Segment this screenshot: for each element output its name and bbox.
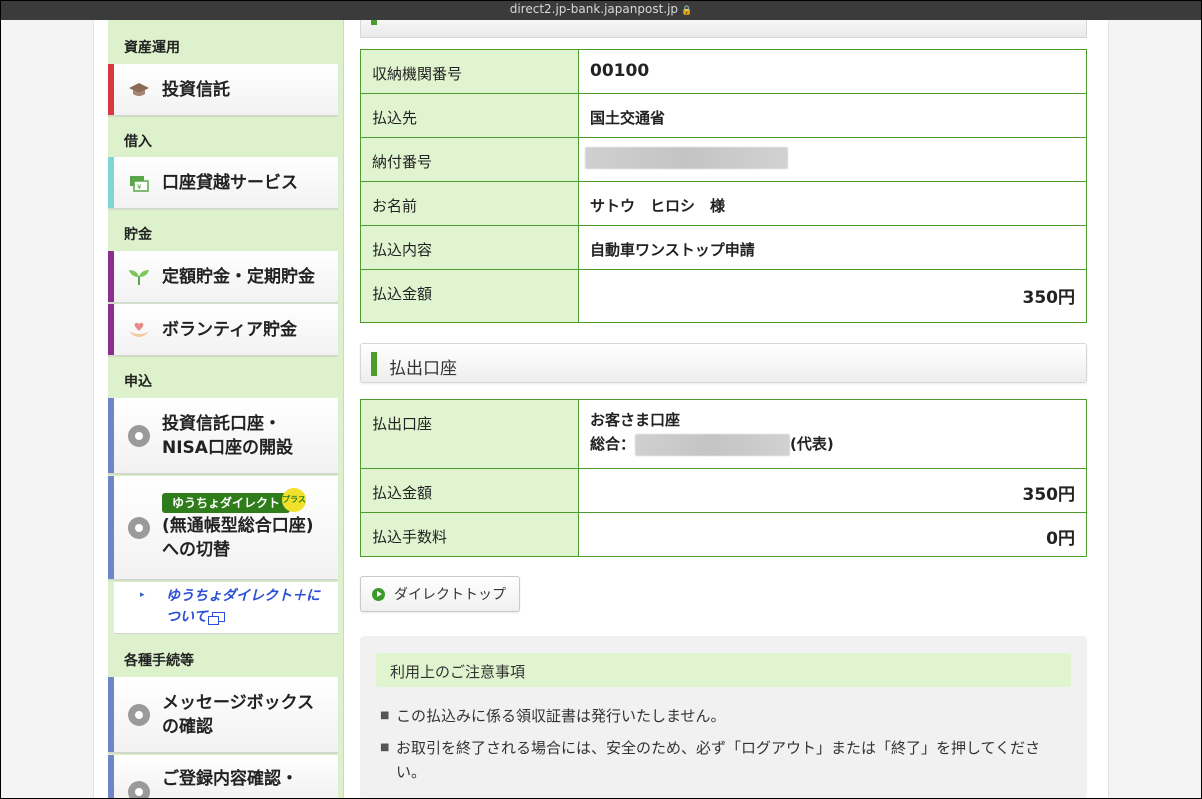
page-border-right [1108, 20, 1109, 799]
url-text: direct2.jp-bank.japanpost.jp [509, 2, 679, 16]
triangle-right-icon: ▸ [140, 590, 145, 600]
item-color-bar [108, 398, 114, 473]
browser-url-bar[interactable]: direct2.jp-bank.japanpost.jp 🔒 [0, 0, 1202, 20]
table-row: 払込金額 350円 [361, 270, 1086, 322]
table-row: 払込先 国土交通省 [361, 94, 1086, 138]
item-color-bar [108, 157, 114, 208]
sidebar-item-investment-trust[interactable]: 投資信託 [108, 64, 338, 116]
item-color-bar [108, 64, 114, 115]
section-bar-partial [360, 20, 1087, 38]
item-color-bar [108, 755, 114, 798]
gear-icon [126, 424, 152, 447]
notice-title: 利用上のご注意事項 [390, 663, 526, 681]
heart-hands-icon [126, 321, 152, 339]
payment-details-table: 収納機関番号 00100 払込先 国土交通省 納付番号 お名前 サトウ ヒロシ … [360, 49, 1087, 323]
account-table: 払出口座 お客さま口座 総合： (代表) 払込金額 350円 払込手数料 0円 [360, 399, 1087, 557]
lock-icon: 🔒 [681, 6, 693, 16]
svg-text:¥: ¥ [137, 183, 142, 191]
sidebar-item-open-account[interactable]: 投資信託口座・ NISA口座の開設 [108, 398, 338, 474]
about-direct-plus-link[interactable]: ▸ ゆうちょダイレクト＋に ついて [114, 582, 338, 634]
sprout-icon [126, 268, 152, 286]
table-row: 収納機関番号 00100 [361, 50, 1086, 94]
item-color-bar [108, 677, 114, 752]
gear-icon [126, 781, 152, 799]
square-bullet-icon: ■ [380, 742, 390, 753]
row-value: お客さま口座 総合： (代表) [579, 400, 1086, 468]
table-row: 払込手数料 0円 [361, 513, 1086, 556]
row-label: 払込金額 [361, 270, 579, 322]
direct-top-button[interactable]: ダイレクトトップ [360, 576, 520, 612]
page-margin-right [1109, 20, 1201, 798]
square-bullet-icon: ■ [380, 710, 390, 721]
sidebar-item-label: 投資信託 [162, 79, 230, 100]
section-heading-procedures: 各種手続等 [124, 653, 194, 669]
sidebar-item-registration[interactable]: ご登録内容確認・ [108, 755, 338, 799]
play-circle-icon [372, 587, 385, 601]
row-label: 払出口座 [361, 400, 579, 468]
sidebar-item-volunteer-savings[interactable]: ボランティア貯金 [108, 304, 338, 356]
sidebar-item-label: ご登録内容確認・ [162, 769, 298, 789]
row-value [579, 138, 1086, 181]
row-label: 払込先 [361, 94, 579, 137]
row-label: 収納機関番号 [361, 50, 579, 93]
sidebar-item-message-box[interactable]: メッセージボックス の確認 [108, 677, 338, 753]
sidebar-nav: 資産運用 投資信託 借入 ¥ 口座貸越サービス 貯金 定額貯金・定期貯金 ボラン… [108, 20, 344, 799]
row-value: 自動車ワンストップ申請 [590, 241, 755, 259]
section-heading-savings: 貯金 [124, 227, 152, 243]
notice-header: 利用上のご注意事項 [376, 653, 1071, 687]
money-card-icon: ¥ [126, 174, 152, 192]
sidebar-item-fixed-savings[interactable]: 定額貯金・定期貯金 [108, 251, 338, 303]
graduation-cap-icon [126, 82, 152, 98]
sidebar-item-label: ボランティア貯金 [162, 319, 297, 340]
sidebar-item-label: 投資信託口座・ NISA口座の開設 [162, 413, 293, 458]
account-section-header: 払出口座 [360, 343, 1087, 383]
section-heading-investment: 資産運用 [124, 40, 180, 56]
plus-badge-icon: プラス [282, 487, 307, 512]
row-value: 00100 [590, 61, 650, 81]
sidebar-item-overdraft[interactable]: ¥ 口座貸越サービス [108, 157, 338, 209]
row-value: 国土交通省 [590, 109, 666, 127]
section-title: 払出口座 [389, 359, 457, 379]
direct-plus-badge: ゆうちょダイレクト プラス [162, 487, 307, 513]
button-label: ダイレクトトップ [394, 587, 506, 603]
row-label: 払込金額 [361, 469, 579, 512]
redacted-account-number [635, 433, 791, 456]
sidebar-item-switch-account[interactable]: ゆうちょダイレクト プラス (無通帳型総合口座) への切替 [108, 476, 338, 580]
table-row: 払込金額 350円 [361, 469, 1086, 513]
row-value: 350円 [1022, 485, 1076, 505]
row-value: 350円 [1022, 288, 1076, 308]
row-label: お名前 [361, 182, 579, 225]
gear-icon [126, 703, 152, 726]
row-label: 払込内容 [361, 226, 579, 269]
item-color-bar [108, 304, 114, 355]
page-margin-left [1, 20, 93, 798]
row-label: 払込手数料 [361, 513, 579, 556]
sidebar-item-label: 定額貯金・定期貯金 [162, 266, 315, 287]
section-heading-loan: 借入 [124, 134, 152, 150]
gear-icon [126, 516, 152, 539]
sidebar-item-label: 口座貸越サービス [162, 172, 298, 193]
table-row: 納付番号 [361, 138, 1086, 182]
sidebar-item-label: ゆうちょダイレクト プラス (無通帳型総合口座) への切替 [162, 487, 314, 562]
table-row: お名前 サトウ ヒロシ 様 [361, 182, 1086, 226]
row-value: 0円 [1046, 529, 1075, 549]
notice-item: ■ この払込みに係る領収証書は発行いたしません。 [380, 704, 1070, 728]
item-color-bar [108, 251, 114, 302]
external-window-icon [207, 612, 225, 625]
row-value: サトウ ヒロシ 様 [590, 197, 726, 215]
page-border-left [93, 20, 94, 799]
notice-box: 利用上のご注意事項 ■ この払込みに係る領収証書は発行いたしません。 ■ お取引… [360, 636, 1087, 799]
redacted-value [585, 147, 788, 169]
sidebar-item-label: メッセージボックス の確認 [162, 692, 315, 737]
table-row: 払出口座 お客さま口座 総合： (代表) [361, 400, 1086, 469]
table-row: 払込内容 自動車ワンストップ申請 [361, 226, 1086, 270]
item-color-bar [108, 476, 114, 579]
section-heading-apply: 申込 [124, 374, 152, 390]
row-label: 納付番号 [361, 138, 579, 181]
notice-item: ■ お取引を終了される場合には、安全のため、必ず「ログアウト」または「終了」を押… [380, 736, 1070, 784]
